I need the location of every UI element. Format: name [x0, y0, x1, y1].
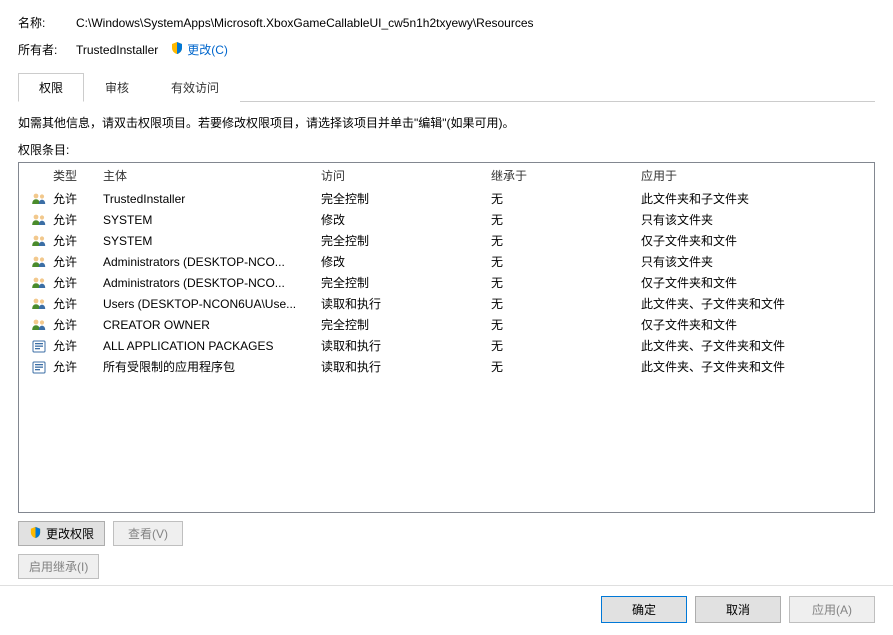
permission-row[interactable]: 允许SYSTEM修改无只有该文件夹	[19, 209, 874, 230]
tab-permissions[interactable]: 权限	[18, 73, 84, 102]
row-icon	[25, 275, 53, 291]
row-principal: Users (DESKTOP-NCON6UA\Use...	[103, 297, 321, 311]
row-inherited: 无	[491, 316, 641, 333]
row-principal: Administrators (DESKTOP-NCO...	[103, 276, 321, 290]
permission-row[interactable]: 允许SYSTEM完全控制无仅子文件夹和文件	[19, 230, 874, 251]
list-body: 允许TrustedInstaller完全控制无此文件夹和子文件夹允许SYSTEM…	[19, 188, 874, 377]
row-principal: SYSTEM	[103, 213, 321, 227]
change-permissions-button[interactable]: 更改权限	[18, 521, 105, 546]
info-text: 如需其他信息，请双击权限项目。若要修改权限项目，请选择该项目并单击"编辑"(如果…	[18, 114, 875, 131]
row-principal: Administrators (DESKTOP-NCO...	[103, 255, 321, 269]
row-applies: 仅子文件夹和文件	[641, 316, 868, 333]
change-owner-text: 更改(C)	[187, 41, 228, 58]
row-inherited: 无	[491, 295, 641, 312]
row-icon	[25, 254, 53, 270]
edit-button-row: 更改权限 查看(V)	[18, 521, 875, 546]
row-principal: CREATOR OWNER	[103, 318, 321, 332]
header-principal[interactable]: 主体	[103, 167, 321, 184]
tab-effective-access[interactable]: 有效访问	[150, 73, 240, 102]
enable-inheritance-button: 启用继承(I)	[18, 554, 99, 579]
row-type: 允许	[53, 190, 103, 207]
row-access: 读取和执行	[321, 295, 491, 312]
row-inherited: 无	[491, 211, 641, 228]
permission-row[interactable]: 允许所有受限制的应用程序包读取和执行无此文件夹、子文件夹和文件	[19, 356, 874, 377]
row-applies: 此文件夹、子文件夹和文件	[641, 295, 868, 312]
name-label: 名称:	[18, 14, 76, 31]
row-access: 完全控制	[321, 316, 491, 333]
row-type: 允许	[53, 337, 103, 354]
row-type: 允许	[53, 316, 103, 333]
permission-row[interactable]: 允许Administrators (DESKTOP-NCO...修改无只有该文件…	[19, 251, 874, 272]
row-access: 修改	[321, 253, 491, 270]
row-icon	[25, 212, 53, 228]
row-type: 允许	[53, 274, 103, 291]
permissions-list[interactable]: 类型 主体 访问 继承于 应用于 允许TrustedInstaller完全控制无…	[18, 162, 875, 513]
permission-row[interactable]: 允许Administrators (DESKTOP-NCO...完全控制无仅子文…	[19, 272, 874, 293]
row-inherited: 无	[491, 190, 641, 207]
apply-button: 应用(A)	[789, 596, 875, 623]
row-inherited: 无	[491, 337, 641, 354]
row-access: 完全控制	[321, 274, 491, 291]
header-applies[interactable]: 应用于	[641, 167, 868, 184]
view-button: 查看(V)	[113, 521, 183, 546]
row-applies: 仅子文件夹和文件	[641, 274, 868, 291]
row-access: 完全控制	[321, 190, 491, 207]
section-label: 权限条目:	[18, 141, 875, 158]
row-inherited: 无	[491, 358, 641, 375]
name-value: C:\Windows\SystemApps\Microsoft.XboxGame…	[76, 16, 534, 30]
row-inherited: 无	[491, 274, 641, 291]
owner-value: TrustedInstaller	[76, 43, 158, 57]
row-applies: 此文件夹和子文件夹	[641, 190, 868, 207]
cancel-button[interactable]: 取消	[695, 596, 781, 623]
row-inherited: 无	[491, 253, 641, 270]
ok-button[interactable]: 确定	[601, 596, 687, 623]
row-access: 完全控制	[321, 232, 491, 249]
tab-audit[interactable]: 审核	[84, 73, 150, 102]
permission-row[interactable]: 允许ALL APPLICATION PACKAGES读取和执行无此文件夹、子文件…	[19, 335, 874, 356]
row-icon	[25, 191, 53, 207]
permission-row[interactable]: 允许CREATOR OWNER完全控制无仅子文件夹和文件	[19, 314, 874, 335]
row-access: 读取和执行	[321, 337, 491, 354]
row-type: 允许	[53, 295, 103, 312]
row-icon	[25, 233, 53, 249]
inherit-button-row: 启用继承(I)	[18, 554, 875, 579]
row-type: 允许	[53, 211, 103, 228]
row-inherited: 无	[491, 232, 641, 249]
row-icon	[25, 359, 53, 375]
security-advanced-dialog: 名称: C:\Windows\SystemApps\Microsoft.Xbox…	[0, 0, 893, 635]
row-icon	[25, 338, 53, 354]
row-applies: 只有该文件夹	[641, 253, 868, 270]
row-access: 读取和执行	[321, 358, 491, 375]
header-inherited[interactable]: 继承于	[491, 167, 641, 184]
tab-bar: 权限 审核 有效访问	[18, 72, 875, 102]
name-row: 名称: C:\Windows\SystemApps\Microsoft.Xbox…	[18, 14, 875, 31]
header-type[interactable]: 类型	[53, 167, 103, 184]
shield-icon	[170, 41, 184, 58]
row-principal: SYSTEM	[103, 234, 321, 248]
row-applies: 仅子文件夹和文件	[641, 232, 868, 249]
shield-icon	[29, 526, 42, 542]
row-access: 修改	[321, 211, 491, 228]
row-applies: 此文件夹、子文件夹和文件	[641, 337, 868, 354]
row-principal: ALL APPLICATION PACKAGES	[103, 339, 321, 353]
owner-row: 所有者: TrustedInstaller 更改(C)	[18, 41, 875, 58]
permission-row[interactable]: 允许TrustedInstaller完全控制无此文件夹和子文件夹	[19, 188, 874, 209]
row-type: 允许	[53, 253, 103, 270]
row-type: 允许	[53, 358, 103, 375]
change-owner-link[interactable]: 更改(C)	[170, 41, 228, 58]
row-type: 允许	[53, 232, 103, 249]
row-icon	[25, 317, 53, 333]
row-principal: TrustedInstaller	[103, 192, 321, 206]
permission-row[interactable]: 允许Users (DESKTOP-NCON6UA\Use...读取和执行无此文件…	[19, 293, 874, 314]
dialog-bottom-bar: 确定 取消 应用(A)	[0, 585, 893, 635]
row-applies: 只有该文件夹	[641, 211, 868, 228]
change-permissions-label: 更改权限	[46, 525, 94, 542]
row-applies: 此文件夹、子文件夹和文件	[641, 358, 868, 375]
list-header: 类型 主体 访问 继承于 应用于	[19, 163, 874, 188]
row-icon	[25, 296, 53, 312]
header-access[interactable]: 访问	[321, 167, 491, 184]
owner-label: 所有者:	[18, 41, 76, 58]
row-principal: 所有受限制的应用程序包	[103, 358, 321, 375]
